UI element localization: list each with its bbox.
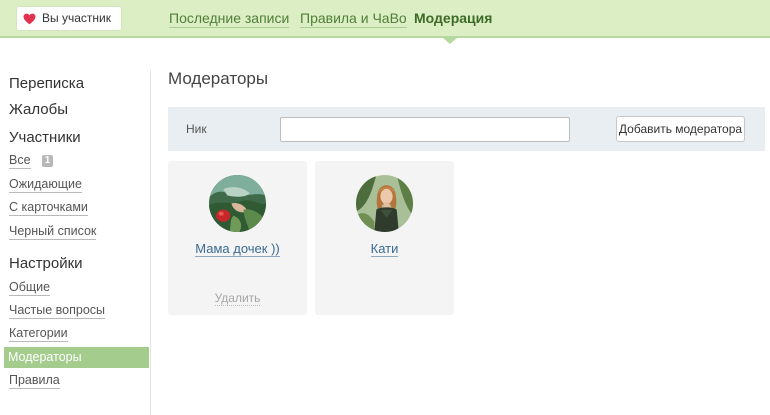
moderator-name-row: Мама дочек )): [168, 241, 307, 257]
sidebar-section-settings: Настройки: [9, 255, 83, 272]
nav-rules-faq[interactable]: Правила и ЧаВо: [300, 10, 407, 28]
membership-badge-label: Вы участник: [42, 11, 111, 25]
moderator-card: Мама дочек )) Удалить: [168, 161, 307, 315]
sidebar-section-members: Участники: [9, 129, 81, 146]
sidebar-item-general[interactable]: Общие: [9, 280, 51, 296]
nick-input[interactable]: [280, 117, 570, 142]
nick-label: Ник: [186, 122, 207, 136]
sidebar-divider: [150, 70, 151, 415]
sidebar-item-rules[interactable]: Правила: [9, 373, 60, 389]
moderator-avatar[interactable]: [356, 175, 413, 232]
moderator-name-link[interactable]: Мама дочек )): [195, 241, 280, 257]
heart-icon: [23, 13, 36, 25]
page-title: Модераторы: [168, 69, 269, 88]
nav-latest-posts[interactable]: Последние записи: [169, 10, 290, 28]
add-moderator-button[interactable]: Добавить модератора: [616, 116, 745, 142]
moderator-avatar[interactable]: [209, 175, 266, 232]
moderator-name-link[interactable]: Кати: [370, 241, 399, 257]
sidebar-item-all[interactable]: Все: [9, 153, 31, 169]
active-nav-pointer: [443, 38, 457, 44]
sidebar-item-moderators[interactable]: Модераторы: [4, 347, 149, 368]
nav-moderation[interactable]: Модерация: [414, 10, 492, 28]
moderator-delete-row: Удалить: [168, 290, 307, 306]
delete-moderator-link[interactable]: Удалить: [214, 291, 261, 306]
sidebar-item-pending[interactable]: Ожидающие: [9, 177, 82, 193]
moderator-search-panel: Ник Добавить модератора: [168, 107, 765, 151]
sidebar-item-blacklist[interactable]: Черный список: [9, 224, 97, 240]
sidebar-item-complaints[interactable]: Жалобы: [9, 101, 68, 119]
membership-badge[interactable]: Вы участник: [17, 7, 121, 30]
top-header: Вы участник Последние записи Правила и Ч…: [0, 0, 770, 38]
sidebar-item-messages[interactable]: Переписка: [9, 75, 84, 93]
moderator-name-row: Кати: [315, 241, 454, 257]
all-count-badge: 1: [42, 155, 53, 167]
moderator-card: Кати: [315, 161, 454, 315]
sidebar-item-faq[interactable]: Частые вопросы: [9, 303, 106, 319]
sidebar-item-categories[interactable]: Категории: [9, 326, 68, 342]
sidebar-item-with-cards[interactable]: С карточками: [9, 200, 88, 216]
